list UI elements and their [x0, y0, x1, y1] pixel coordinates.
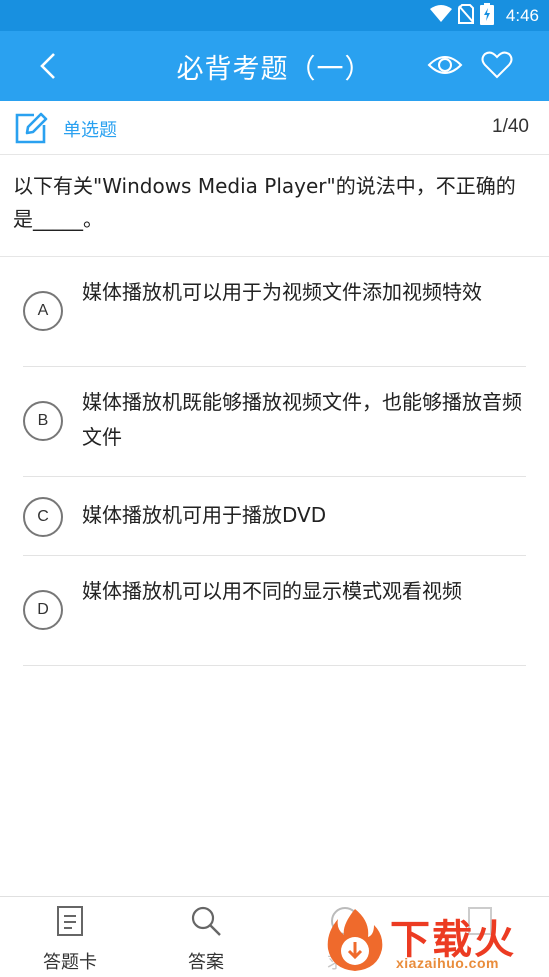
answer-card-icon: [53, 904, 87, 938]
tab-answer[interactable]: 答案: [166, 897, 246, 977]
option-text: 媒体播放机既能够播放视频文件，也能够播放音频文件: [82, 390, 522, 449]
no-sim-icon: [457, 4, 474, 28]
question-type-row: 单选题 1/40: [0, 101, 549, 155]
option-letter-circle: C: [23, 497, 63, 537]
status-time: 4:46: [505, 6, 539, 25]
option-a[interactable]: A 媒体播放机可以用于为视频文件添加视频特效: [23, 257, 526, 367]
back-arrow-icon: [40, 53, 55, 79]
option-c[interactable]: C 媒体播放机可用于播放DVD: [23, 477, 526, 556]
battery-charging-icon: [479, 3, 494, 29]
tab-answer-card[interactable]: 答题卡: [30, 897, 110, 977]
option-letter-circle: D: [23, 590, 63, 630]
heart-icon: [481, 51, 513, 79]
option-d[interactable]: D 媒体播放机可以用不同的显示模式观看视频: [23, 556, 526, 666]
option-text: 媒体播放机可以用不同的显示模式观看视频: [82, 579, 462, 603]
status-bar: 4:46: [0, 0, 549, 31]
tab-help[interactable]: 求助: [300, 897, 390, 977]
view-answer-button[interactable]: [426, 48, 464, 82]
bottom-nav: 答题卡 答案 求助: [0, 896, 549, 977]
back-button[interactable]: [30, 48, 66, 84]
eye-icon: [427, 56, 463, 74]
status-icons: 4:46: [429, 3, 539, 29]
option-letter-circle: B: [23, 401, 63, 441]
wifi-icon: [429, 5, 452, 27]
option-b[interactable]: B 媒体播放机既能够播放视频文件，也能够播放音频文件: [23, 367, 526, 477]
edit-icon: [15, 112, 48, 144]
tab-label: 求助: [327, 952, 363, 973]
help-icon: [328, 904, 362, 938]
app-bar: 必背考题（一）: [0, 31, 549, 101]
option-text: 媒体播放机可用于播放DVD: [82, 503, 327, 527]
question-type-label: 单选题: [63, 120, 117, 141]
page-title: 必背考题（一）: [176, 54, 373, 85]
question-text: 以下有关"Windows Media Player"的说法中，不正确的是____…: [13, 174, 516, 231]
option-text: 媒体播放机可以用于为视频文件添加视频特效: [82, 280, 482, 304]
question-counter: 1/40: [492, 116, 529, 137]
more-icon: [463, 904, 497, 938]
favorite-button[interactable]: [478, 48, 516, 82]
tab-label: 答案: [188, 952, 224, 973]
tab-label: 答题卡: [43, 952, 97, 973]
search-icon: [189, 904, 223, 938]
option-letter-circle: A: [23, 291, 63, 331]
tab-more[interactable]: [430, 897, 530, 977]
